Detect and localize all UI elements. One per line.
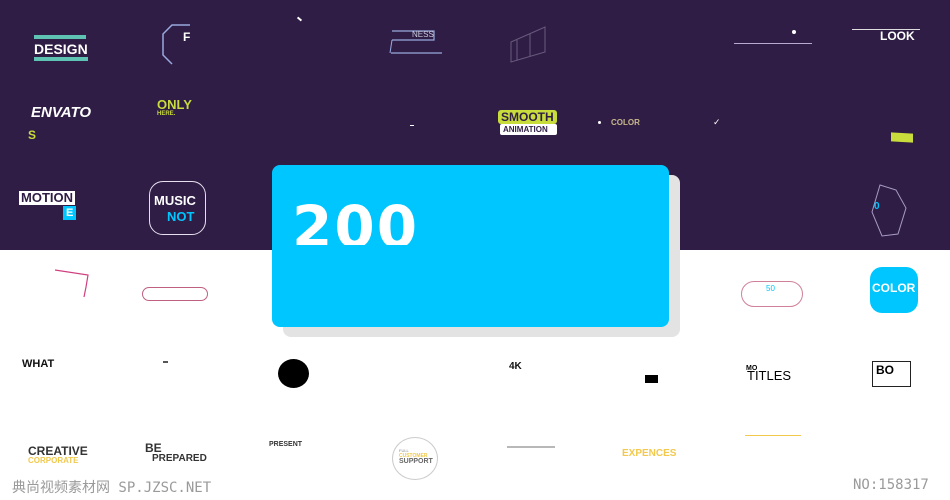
e-letter: E [63, 206, 77, 220]
color-badge: COLOR [870, 267, 918, 313]
counter-value: 200 [292, 193, 420, 245]
animation-text: ANIMATION [500, 124, 557, 135]
zero-text: 0 [874, 201, 880, 212]
corporate-text: CORPORATE [28, 456, 79, 465]
design-tile: DESIGN [34, 35, 88, 61]
here-text: HERE. [157, 111, 176, 117]
envato-text: ENVATO [31, 104, 92, 121]
check-icon: ✓ [713, 117, 721, 127]
watermark-right: NO:158317 [853, 477, 929, 493]
small-mark [163, 361, 168, 363]
what-text: WHAT [22, 358, 55, 370]
partial-text-mark [507, 446, 555, 448]
present-text: PRESENT [269, 441, 303, 448]
only-text: ONLY [157, 97, 192, 112]
prepared-text: PREPARED [152, 453, 207, 464]
yellow-line [745, 435, 801, 436]
bo-text: BO [876, 363, 894, 377]
4k-text: 4K [509, 361, 522, 372]
motion-text: MOTION [19, 190, 75, 205]
bo-box: BO [872, 361, 911, 387]
fifty-badge: 50 [741, 281, 803, 307]
wireframe-shape-icon [510, 26, 546, 63]
music-not-badge: MUSIC NOT [149, 181, 206, 235]
titles-text: TITLES [747, 368, 792, 383]
not-text: NOT [167, 209, 195, 224]
smooth-text: SMOOTH [498, 110, 557, 124]
support-text: SUPPORT [399, 458, 433, 465]
watermark-left: 典尚视频素材网 SP.JZSC.NET [12, 480, 212, 496]
line-dot [792, 30, 796, 34]
featured-preview-card[interactable]: 200 [272, 165, 669, 327]
design-text: DESIGN [34, 42, 88, 61]
look-text: LOOK [880, 29, 915, 43]
black-circle [278, 359, 309, 388]
octagon-frame-icon [162, 24, 190, 65]
dash-mark [410, 125, 414, 126]
ness-text: NESS [412, 30, 434, 39]
black-rect [645, 375, 658, 383]
f-letter: F [183, 30, 191, 44]
color-dot [598, 121, 601, 124]
lime-flag-shape [891, 132, 913, 143]
color-text: COLOR [611, 118, 640, 127]
pink-stroke-icon [54, 269, 89, 298]
smooth-animation-badge: SMOOTH ANIMATION [498, 110, 557, 135]
color-badge-text: COLOR [872, 281, 916, 295]
fifty-text: 50 [766, 284, 775, 293]
s-letter: S [28, 128, 37, 142]
line-divider [734, 43, 812, 44]
support-circle: FULL CUSTOMER SUPPORT [392, 437, 438, 480]
music-text: MUSIC [154, 193, 196, 208]
expences-text: EXPENCES [622, 448, 677, 459]
pink-pill-outline [142, 287, 208, 301]
